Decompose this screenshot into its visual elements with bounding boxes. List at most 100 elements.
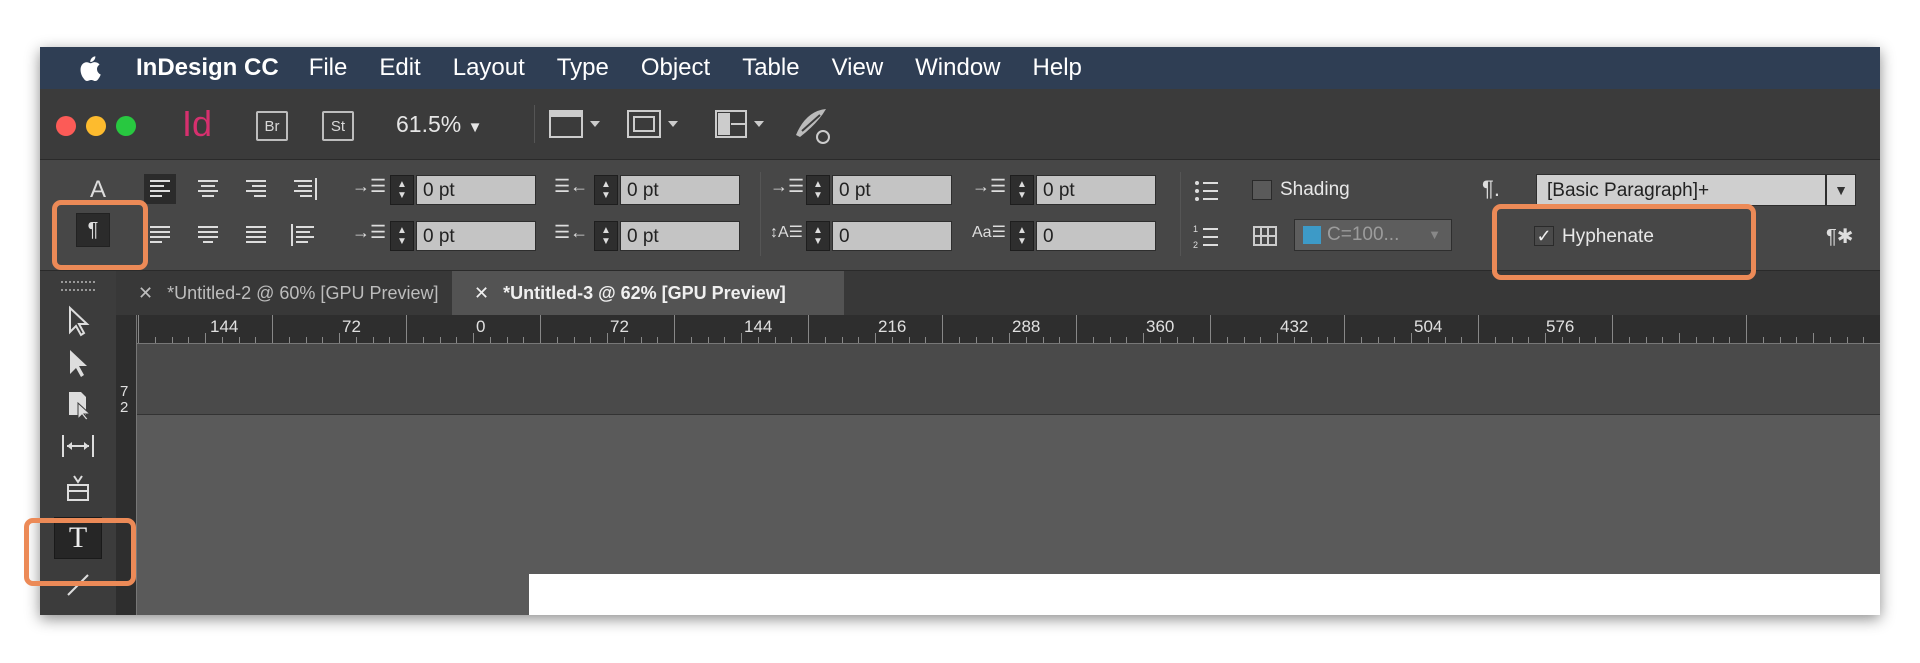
ruler-tick <box>1478 315 1479 343</box>
last-line-indent-stepper[interactable]: ▲ ▼ <box>594 221 618 251</box>
right-indent-stepper[interactable]: ▲ ▼ <box>594 175 618 205</box>
highlight-hyphenate <box>1492 204 1756 280</box>
align-right-button[interactable] <box>240 174 272 209</box>
apple-icon[interactable] <box>62 47 122 89</box>
menu-object[interactable]: Object <box>641 54 710 82</box>
ruler-tick <box>1746 315 1747 343</box>
drop-cap-chars-icon: Aa☰ <box>972 224 1006 241</box>
page-tool[interactable] <box>40 389 116 421</box>
minimize-window-button[interactable] <box>86 116 106 136</box>
align-away-from-spine-button[interactable] <box>288 220 320 255</box>
justify-all-button[interactable] <box>240 220 272 255</box>
zoom-window-button[interactable] <box>116 116 136 136</box>
ruler-label: 216 <box>878 317 907 336</box>
tab-untitled-2[interactable]: ✕ *Untitled-2 @ 60% [GPU Preview] <box>116 271 476 315</box>
ruler-label: 144 <box>210 317 239 336</box>
left-indent-input[interactable]: 0 pt <box>416 175 536 205</box>
chevron-down-icon: ▼ <box>1428 227 1441 242</box>
space-before-stepper[interactable]: ▲ ▼ <box>806 175 830 205</box>
ruler-tick <box>1511 337 1513 343</box>
menu-bar: InDesign CC File Edit Layout Type Object… <box>40 47 1880 89</box>
tab-label: *Untitled-2 @ 60% [GPU Preview] <box>167 282 439 303</box>
close-window-button[interactable] <box>56 116 76 136</box>
ruler-tick <box>674 315 675 343</box>
pasteboard[interactable] <box>137 344 1880 415</box>
right-indent-input[interactable]: 0 pt <box>620 175 740 205</box>
paragraph-style-dropdown-button[interactable]: ▼ <box>1826 174 1856 206</box>
menu-file[interactable]: File <box>309 54 348 82</box>
menu-window[interactable]: Window <box>915 54 1000 82</box>
menu-layout[interactable]: Layout <box>453 54 525 82</box>
close-icon[interactable]: ✕ <box>474 283 489 304</box>
close-icon[interactable]: ✕ <box>138 283 153 304</box>
ruler-tick <box>406 315 407 343</box>
arrange-documents-button[interactable] <box>714 105 770 148</box>
zoom-value: 61.5% <box>396 111 462 137</box>
horizontal-ruler[interactable]: 144 72 0 72 144 216 288 360 432 504 576 <box>136 315 1880 344</box>
drop-cap-lines-input[interactable]: 0 <box>832 221 952 251</box>
content-collector-tool[interactable] <box>40 473 116 503</box>
ruler-tick <box>1143 333 1144 343</box>
bulleted-list-button[interactable] <box>1192 176 1222 211</box>
drop-cap-chars-input[interactable]: 0 <box>1036 221 1156 251</box>
indesign-logo: Id <box>182 103 213 144</box>
drop-cap-chars-stepper[interactable]: ▲ ▼ <box>1010 221 1034 251</box>
zoom-level-dropdown[interactable]: 61.5% ▼ <box>396 111 482 138</box>
ruler-tick <box>774 337 776 343</box>
space-before-input[interactable]: 0 pt <box>832 175 952 205</box>
gap-tool[interactable] <box>40 431 116 461</box>
ruler-tick <box>1863 337 1865 343</box>
first-line-indent-input[interactable]: 0 pt <box>416 221 536 251</box>
clear-overrides-icon[interactable]: ¶✱ <box>1826 224 1854 249</box>
last-line-indent-input[interactable]: 0 pt <box>620 221 740 251</box>
drop-cap-lines-stepper[interactable]: ▲ ▼ <box>806 221 830 251</box>
ruler-label: 504 <box>1414 317 1443 336</box>
selection-tool[interactable] <box>40 305 116 337</box>
menu-table[interactable]: Table <box>742 54 799 82</box>
ruler-tick <box>1461 337 1463 343</box>
menu-view[interactable]: View <box>832 54 884 82</box>
ruler-tick <box>556 337 558 343</box>
ruler-tick <box>1444 337 1446 343</box>
ruler-tick <box>590 337 592 343</box>
gpu-performance-icon[interactable] <box>790 105 836 150</box>
space-after-stepper[interactable]: ▲ ▼ <box>1010 175 1034 205</box>
shading-color-dropdown[interactable]: C=100... ▼ <box>1294 219 1452 251</box>
menu-edit[interactable]: Edit <box>379 54 420 82</box>
go-to-bridge-button[interactable]: Br <box>256 111 288 141</box>
screen-mode-button[interactable] <box>626 105 682 148</box>
space-after-input[interactable]: 0 pt <box>1036 175 1156 205</box>
ruler-tick <box>1260 337 1262 343</box>
ruler-tick <box>1494 337 1496 343</box>
ruler-tick <box>422 337 424 343</box>
ruler-tick <box>1344 315 1345 343</box>
direct-selection-tool[interactable] <box>40 347 116 379</box>
vruler-label: 7 <box>120 383 129 400</box>
adobe-stock-button[interactable]: St <box>322 111 354 141</box>
align-left-button[interactable] <box>144 174 176 204</box>
tab-untitled-3[interactable]: ✕ *Untitled-3 @ 62% [GPU Preview] <box>452 271 844 315</box>
numbered-list-button[interactable]: 12 <box>1192 222 1222 257</box>
align-towards-spine-button[interactable] <box>288 174 320 209</box>
ruler-tick <box>1042 337 1044 343</box>
left-indent-stepper[interactable]: ▲ ▼ <box>390 175 414 205</box>
first-line-indent-stepper[interactable]: ▲ ▼ <box>390 221 414 251</box>
menu-help[interactable]: Help <box>1033 54 1082 82</box>
ruler-tick <box>891 337 893 343</box>
ruler-tick <box>339 333 340 343</box>
app-name-menu[interactable]: InDesign CC <box>136 54 279 82</box>
ruler-label: 360 <box>1146 317 1175 336</box>
paragraph-style-dropdown[interactable]: [Basic Paragraph]+ <box>1536 174 1826 206</box>
shading-checkbox[interactable] <box>1252 180 1272 200</box>
ruler-tick <box>1059 337 1061 343</box>
align-center-button[interactable] <box>192 174 224 209</box>
document-page[interactable] <box>529 574 1880 615</box>
ruler-tick <box>1578 337 1580 343</box>
ruler-label: 72 <box>342 317 361 336</box>
justify-left-button[interactable] <box>144 220 176 255</box>
tools-grip[interactable] <box>40 281 116 291</box>
menu-type[interactable]: Type <box>557 54 609 82</box>
view-options-button[interactable] <box>548 105 604 148</box>
justify-center-button[interactable] <box>192 220 224 255</box>
ruler-tick <box>1829 337 1831 343</box>
